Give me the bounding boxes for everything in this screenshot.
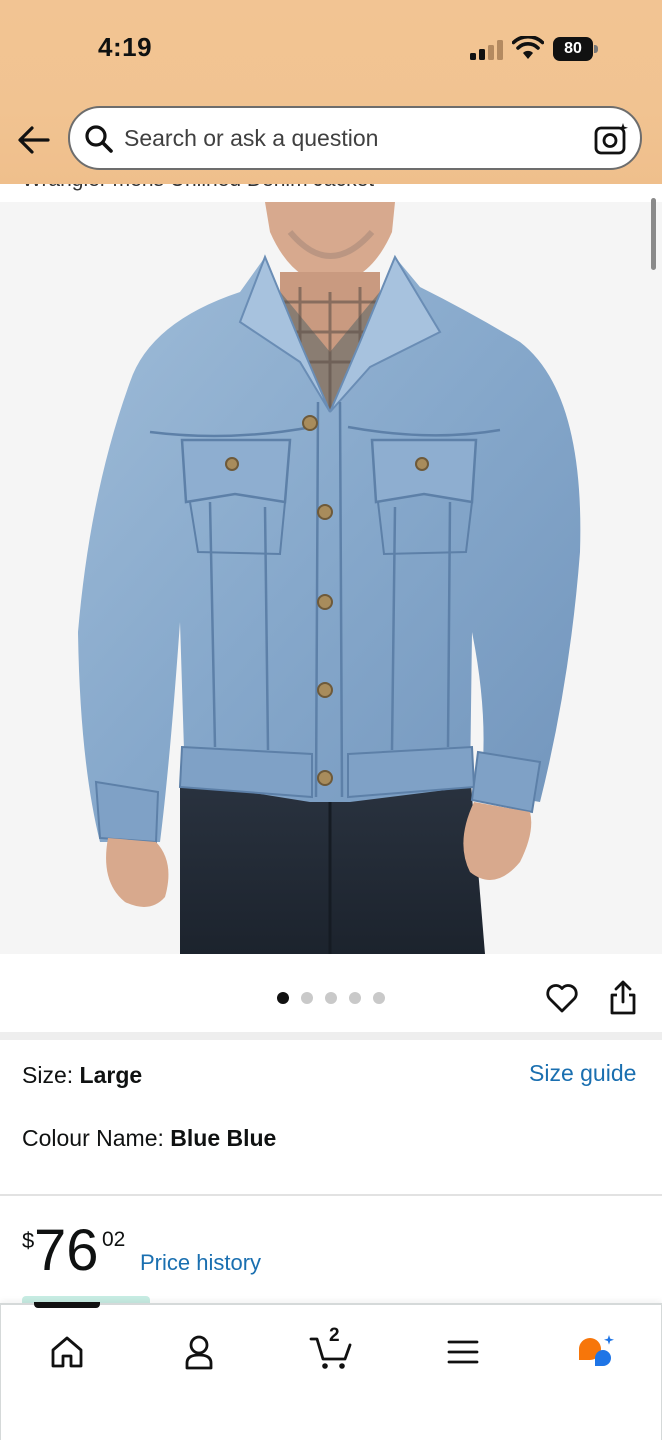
heart-icon[interactable] (545, 982, 579, 1014)
price-fraction: 02 (102, 1228, 126, 1251)
back-arrow-icon[interactable] (14, 120, 54, 160)
nav-menu[interactable] (438, 1327, 488, 1377)
section-divider (0, 1194, 662, 1196)
size-value: Large (79, 1062, 143, 1088)
colour-selection: Colour Name: Blue Blue (22, 1125, 276, 1152)
search-icon (85, 125, 113, 153)
carousel-dot-1[interactable] (277, 992, 289, 1004)
rufus-icon (579, 1335, 614, 1366)
nav-home[interactable] (42, 1327, 92, 1377)
denim-jacket-photo (0, 202, 662, 954)
cellular-signal-icon (470, 40, 503, 60)
product-image[interactable] (0, 202, 662, 954)
battery-level: 80 (553, 37, 593, 61)
carousel-dot-2[interactable] (301, 992, 313, 1004)
nav-rufus-assistant[interactable] (570, 1327, 620, 1377)
colour-label: Colour Name: (22, 1125, 171, 1151)
colour-value: Blue Blue (170, 1125, 277, 1151)
size-label: Size: (22, 1062, 80, 1088)
battery-indicator: 80 (553, 37, 599, 61)
image-carousel-controls (0, 954, 662, 1034)
menu-icon (447, 1340, 479, 1364)
battery-tip (594, 45, 598, 53)
price-symbol: $ (22, 1228, 35, 1253)
carousel-dot-3[interactable] (325, 992, 337, 1004)
size-guide-link[interactable]: Size guide (529, 1060, 636, 1087)
size-selection: Size: Large (22, 1062, 142, 1089)
account-icon (185, 1335, 213, 1370)
app-header: 4:19 80 (0, 0, 662, 184)
status-time: 4:19 (98, 32, 153, 62)
nav-cart[interactable]: 2 (306, 1325, 356, 1377)
active-tab-indicator (34, 1302, 100, 1308)
nav-account[interactable] (174, 1327, 224, 1377)
carousel-dot-4[interactable] (349, 992, 361, 1004)
home-icon (51, 1336, 83, 1368)
search-bar[interactable] (68, 106, 642, 170)
search-input[interactable] (124, 118, 574, 158)
carousel-dots (277, 992, 385, 1004)
wifi-icon (512, 36, 544, 59)
share-icon[interactable] (608, 980, 638, 1016)
price-whole: 76 (34, 1218, 99, 1283)
camera-lens-icon[interactable] (594, 122, 630, 156)
bottom-navigation: 2 (0, 1302, 662, 1440)
section-divider (0, 1032, 662, 1040)
page-scrollbar[interactable] (651, 198, 656, 270)
carousel-dot-5[interactable] (373, 992, 385, 1004)
cart-count-badge: 2 (329, 1325, 340, 1346)
price-history-link[interactable]: Price history (140, 1250, 261, 1276)
